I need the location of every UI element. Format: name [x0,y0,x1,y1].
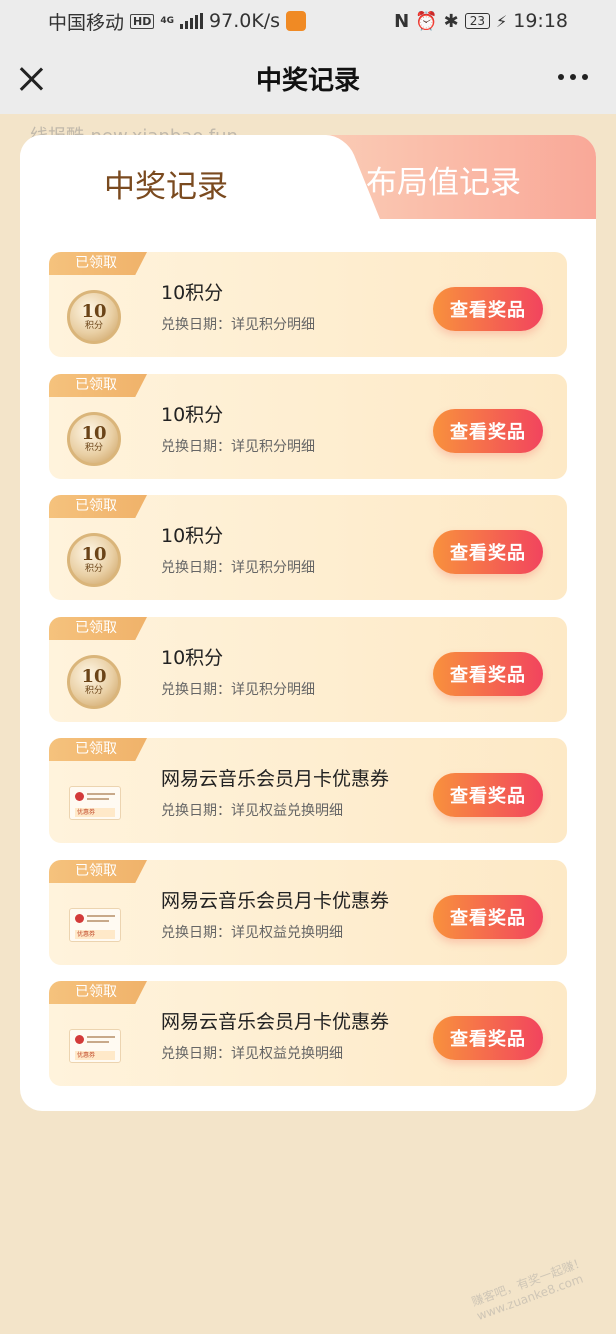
claimed-badge: 已领取 [49,495,147,518]
view-prize-button[interactable]: 查看奖品 [433,773,543,817]
status-right: N ⏰ ✱ 23 ⚡ 19:18 [394,10,568,32]
claimed-badge: 已领取 [49,252,147,275]
view-prize-button[interactable]: 查看奖品 [433,895,543,939]
voucher-icon: 优惠券 [69,908,121,942]
voucher-tag: 优惠券 [75,1051,115,1060]
record-card: 已领取 优惠券 网易云音乐会员月卡优惠券 兑换日期：详见权益兑换明细 查看奖品 [49,860,567,965]
voucher-icon: 优惠券 [69,786,121,820]
watermark-bottom: 赚客吧，有奖一起赚！ www.zuanke8.com [469,1254,588,1324]
app-notification-icon [286,11,307,31]
record-card: 已领取 10 积分 10积分 兑换日期：详见积分明细 查看奖品 [49,495,567,600]
battery-icon: 23 [464,13,490,29]
record-subtitle: 兑换日期：详见权益兑换明细 [161,803,343,819]
view-prize-button[interactable]: 查看奖品 [433,287,543,331]
record-title: 10积分 [161,647,224,669]
voucher-text-line [87,1041,109,1043]
nav-bar: 中奖记录 [0,42,616,114]
network-type-icon: 4G [160,15,175,26]
claimed-badge: 已领取 [49,738,147,761]
points-coin-icon: 10 积分 [67,533,121,587]
bluetooth-icon: ✱ [443,10,459,32]
record-subtitle: 兑换日期：详见权益兑换明细 [161,925,343,941]
signal-icon [180,13,204,29]
points-coin-icon: 10 积分 [67,412,121,466]
record-subtitle: 兑换日期：详见积分明细 [161,682,315,698]
voucher-text-line [87,798,109,800]
charging-icon: ⚡ [496,11,508,31]
record-card: 已领取 10 积分 10积分 兑换日期：详见积分明细 查看奖品 [49,252,567,357]
record-title: 网易云音乐会员月卡优惠券 [161,1011,390,1033]
view-prize-button[interactable]: 查看奖品 [433,530,543,574]
points-coin-icon: 10 积分 [67,290,121,344]
voucher-logo-icon [75,914,84,923]
record-card: 已领取 10 积分 10积分 兑换日期：详见积分明细 查看奖品 [49,374,567,479]
hd-icon: HD [130,13,155,29]
record-title: 10积分 [161,282,224,304]
record-title: 10积分 [161,525,224,547]
record-card: 已领取 优惠券 网易云音乐会员月卡优惠券 兑换日期：详见权益兑换明细 查看奖品 [49,738,567,843]
record-title: 网易云音乐会员月卡优惠券 [161,768,390,790]
tab-winning-records[interactable]: 中奖记录 [104,161,228,206]
record-subtitle: 兑换日期：详见积分明细 [161,560,315,576]
more-icon[interactable] [558,74,588,80]
record-subtitle: 兑换日期：详见积分明细 [161,439,315,455]
alarm-icon: ⏰ [415,10,438,32]
coin-number: 10 [81,301,107,322]
coin-unit: 积分 [84,564,103,574]
view-prize-button[interactable]: 查看奖品 [433,652,543,696]
records-panel: 中奖记录 布局值记录 已领取 10 积分 10积分 兑换日期：详见积分明细 查看… [20,135,596,1111]
voucher-text-line [87,920,109,922]
record-card: 已领取 10 积分 10积分 兑换日期：详见积分明细 查看奖品 [49,617,567,722]
tab-layout-value-records[interactable]: 布局值记录 [366,157,521,202]
voucher-logo-icon [75,1035,84,1044]
view-prize-button[interactable]: 查看奖品 [433,1016,543,1060]
coin-number: 10 [81,423,107,444]
points-coin-icon: 10 积分 [67,655,121,709]
coin-number: 10 [81,666,107,687]
voucher-tag: 优惠券 [75,808,115,817]
voucher-icon: 优惠券 [69,1029,121,1063]
claimed-badge: 已领取 [49,617,147,640]
carrier-name: 中国移动 [48,11,125,34]
record-subtitle: 兑换日期：详见权益兑换明细 [161,1046,343,1062]
coin-unit: 积分 [84,443,103,453]
page-title: 中奖记录 [255,65,360,96]
nfc-icon: N [394,10,410,32]
record-card: 已领取 优惠券 网易云音乐会员月卡优惠券 兑换日期：详见权益兑换明细 查看奖品 [49,981,567,1086]
record-subtitle: 兑换日期：详见积分明细 [161,317,315,333]
coin-number: 10 [81,544,107,565]
coin-unit: 积分 [84,321,103,331]
claimed-badge: 已领取 [49,860,147,883]
voucher-text-line [87,915,115,917]
clock: 19:18 [513,10,568,32]
record-title: 网易云音乐会员月卡优惠券 [161,890,390,912]
claimed-badge: 已领取 [49,374,147,397]
voucher-tag: 优惠券 [75,930,115,939]
record-title: 10积分 [161,404,224,426]
voucher-text-line [87,1036,115,1038]
close-icon[interactable] [18,66,44,92]
view-prize-button[interactable]: 查看奖品 [433,409,543,453]
voucher-logo-icon [75,792,84,801]
voucher-text-line [87,793,115,795]
status-bar: 中国移动 HD 4G 97.0K/s N ⏰ ✱ 23 ⚡ 19:18 [0,0,616,42]
claimed-badge: 已领取 [49,981,147,1004]
coin-unit: 积分 [84,686,103,696]
network-speed: 97.0K/s [209,10,281,32]
status-left: 中国移动 HD 4G 97.0K/s [48,8,307,35]
